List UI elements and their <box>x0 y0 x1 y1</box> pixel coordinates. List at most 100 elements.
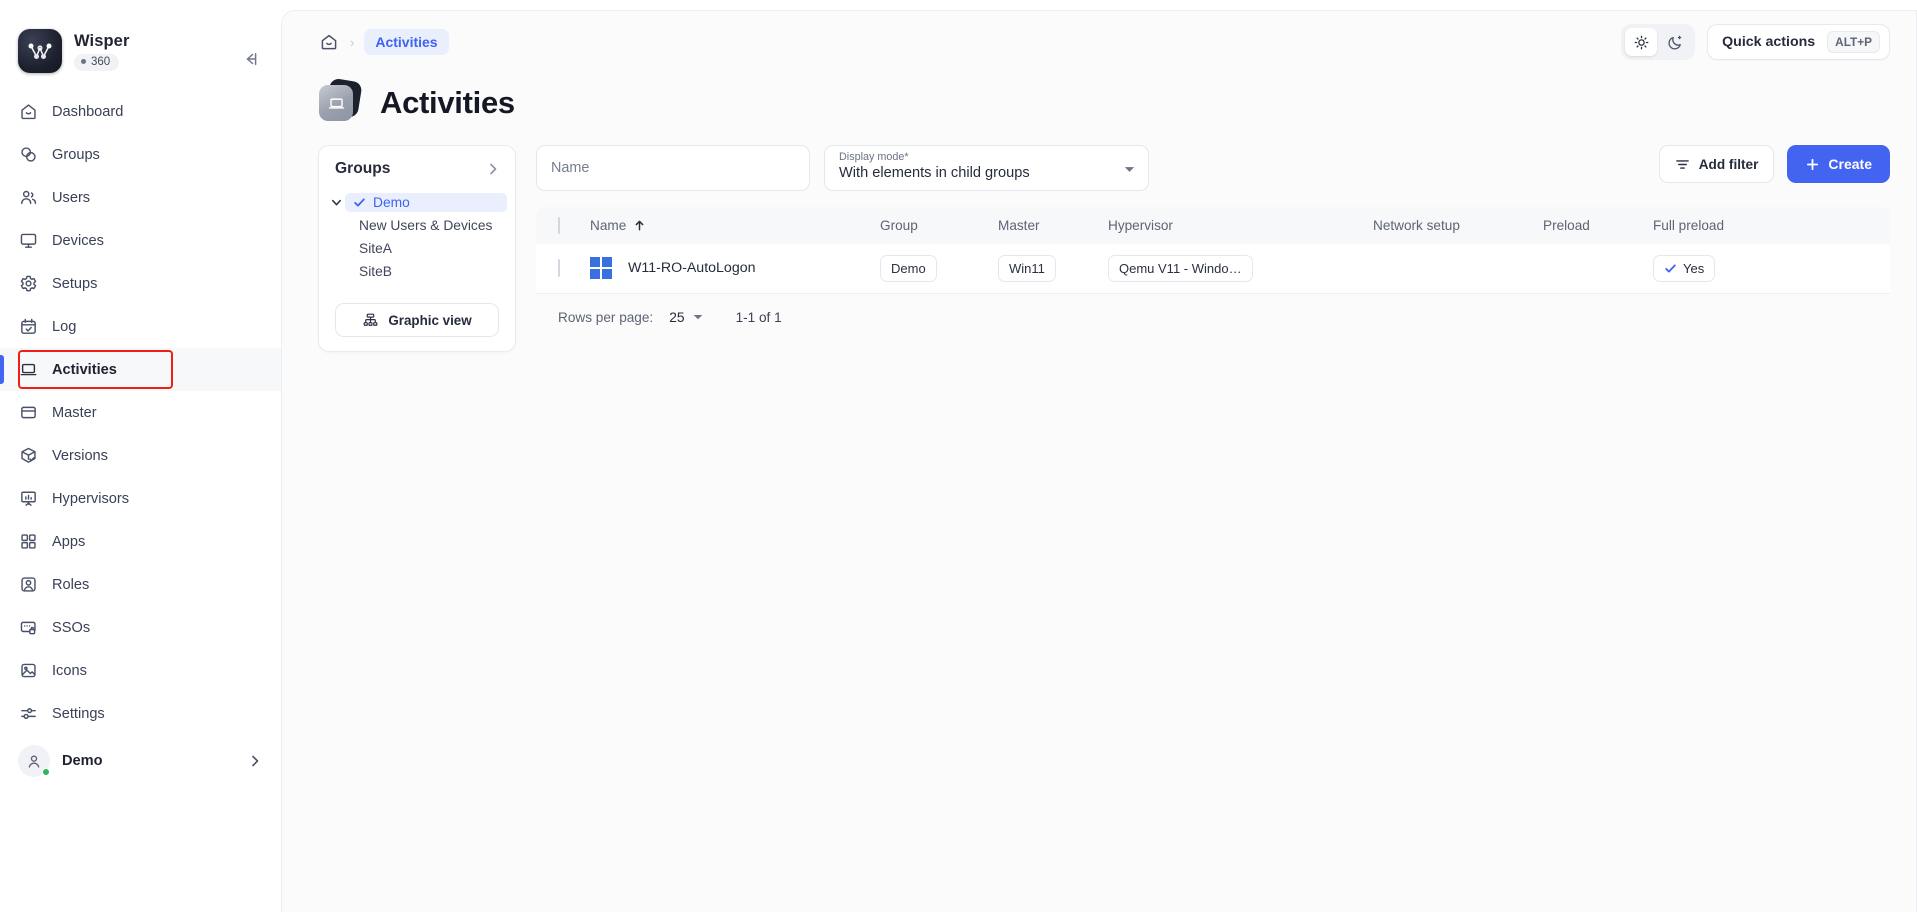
gear-icon <box>18 273 39 294</box>
pagination-range: 1-1 of 1 <box>735 309 782 325</box>
sidebar-item-label: Apps <box>52 533 86 550</box>
grid-apps-icon <box>18 531 39 552</box>
column-header-preload[interactable]: Preload <box>1543 207 1653 244</box>
sidebar-item-dashboard[interactable]: Dashboard <box>0 90 281 133</box>
sidebar-item-setups[interactable]: Setups <box>0 262 281 305</box>
brand-badge: 360 <box>74 53 120 71</box>
sidebar-item-activities[interactable]: Activities <box>0 348 281 391</box>
windows-icon <box>590 257 612 280</box>
rows-per-page-label: Rows per page: <box>558 309 654 325</box>
panel-icon <box>18 402 39 423</box>
column-header-network-setup[interactable]: Network setup <box>1373 207 1543 244</box>
search-input[interactable] <box>551 160 795 176</box>
sun-icon[interactable] <box>1625 28 1658 56</box>
groups-icon <box>18 144 39 165</box>
sidebar-item-master[interactable]: Master <box>0 391 281 434</box>
presentation-icon <box>18 488 39 509</box>
column-header-group[interactable]: Group <box>880 207 998 244</box>
table-row[interactable]: W11-RO-AutoLogon Demo Win11 Qemu V11 - W… <box>536 244 1890 293</box>
sidebar-item-label: Master <box>52 404 97 421</box>
row-select-cell <box>536 244 590 293</box>
table-head: Name Group Master Hypervisor Network set… <box>536 207 1890 244</box>
hypervisor-chip: Qemu V11 - Windo… <box>1108 254 1253 282</box>
select-all-checkbox[interactable] <box>558 217 560 234</box>
add-filter-button[interactable]: Add filter <box>1658 145 1775 183</box>
cell-full-preload: Yes <box>1653 244 1890 293</box>
main-panel: › Activities Quick actions ALT+P Activit… <box>281 10 1917 912</box>
sidebar-item-devices[interactable]: Devices <box>0 219 281 262</box>
breadcrumb-home-icon[interactable] <box>318 31 340 53</box>
tree-node-label: SiteA <box>359 241 392 256</box>
groups-panel-header[interactable]: Groups <box>319 160 515 190</box>
sidebar-item-settings[interactable]: Settings <box>0 692 281 735</box>
tree-node-sitea[interactable]: SiteA <box>319 237 515 260</box>
sidebar-item-log[interactable]: Log <box>0 305 281 348</box>
required-marker: * <box>904 151 909 163</box>
sidebar-item-label: Dashboard <box>52 103 124 120</box>
sidebar-item-icons[interactable]: Icons <box>0 649 281 692</box>
column-header-full-preload[interactable]: Full preload <box>1653 207 1890 244</box>
cell-group: Demo <box>880 244 998 293</box>
sidebar-item-label: Hypervisors <box>52 490 130 507</box>
sidebar-item-apps[interactable]: Apps <box>0 520 281 563</box>
caret-down-icon <box>692 311 704 323</box>
status-dot-icon <box>81 59 86 64</box>
chevron-right-icon[interactable] <box>485 161 501 177</box>
sidebar-item-groups[interactable]: Groups <box>0 133 281 176</box>
column-header-master[interactable]: Master <box>998 207 1108 244</box>
tree-node-new-users-devices[interactable]: New Users & Devices <box>319 214 515 237</box>
row-checkbox[interactable] <box>558 259 560 278</box>
tree-node-siteb[interactable]: SiteB <box>319 260 515 283</box>
chevron-down-icon[interactable] <box>327 196 345 209</box>
column-header-name[interactable]: Name <box>590 207 880 244</box>
tree-node-demo[interactable]: Demo <box>319 190 515 214</box>
sidebar-item-label: Devices <box>52 232 104 249</box>
sidebar-item-label: Users <box>52 189 91 206</box>
table: Name Group Master Hypervisor Network set… <box>536 207 1890 294</box>
cell-name: W11-RO-AutoLogon <box>590 244 880 293</box>
user-square-icon <box>18 574 39 595</box>
cell-network-setup <box>1373 244 1543 293</box>
theme-toggle <box>1621 24 1696 60</box>
collapse-sidebar-icon[interactable] <box>237 46 263 72</box>
display-mode-select[interactable]: Display mode* With elements in child gro… <box>824 145 1149 191</box>
quick-actions-button[interactable]: Quick actions ALT+P <box>1707 24 1890 60</box>
quick-actions-shortcut: ALT+P <box>1827 31 1880 53</box>
create-button[interactable]: Create <box>1787 145 1890 183</box>
sidebar-item-versions[interactable]: Versions <box>0 434 281 477</box>
column-header-hypervisor[interactable]: Hypervisor <box>1108 207 1373 244</box>
cell-preload <box>1543 244 1653 293</box>
add-filter-label: Add filter <box>1698 156 1759 172</box>
sidebar-item-label: Icons <box>52 662 87 679</box>
breadcrumb-current[interactable]: Activities <box>364 29 449 55</box>
display-mode-value: With elements in child groups <box>839 165 1030 181</box>
full-preload-chip: Yes <box>1653 254 1716 282</box>
name-filter-field[interactable] <box>536 145 810 191</box>
image-icon <box>18 660 39 681</box>
table-header-row: Name Group Master Hypervisor Network set… <box>536 207 1890 244</box>
filter-icon <box>1675 157 1690 172</box>
table-pagination: Rows per page: 25 1-1 of 1 <box>536 294 1890 325</box>
sidebar-item-roles[interactable]: Roles <box>0 563 281 606</box>
sidebar-item-ssos[interactable]: SSOs <box>0 606 281 649</box>
breadcrumb: › Activities <box>318 29 449 55</box>
sidebar-user-row[interactable]: Demo <box>0 735 281 787</box>
sidebar-item-users[interactable]: Users <box>0 176 281 219</box>
full-preload-label: Yes <box>1683 260 1705 276</box>
laptop-icon <box>18 359 39 380</box>
check-icon <box>1664 262 1677 275</box>
topbar: › Activities Quick actions ALT+P <box>282 11 1916 73</box>
rows-per-page-select[interactable]: 25 <box>669 310 703 325</box>
caret-down-icon[interactable] <box>1123 163 1136 176</box>
sidebar-item-hypervisors[interactable]: Hypervisors <box>0 477 281 520</box>
moon-icon[interactable] <box>1659 28 1691 56</box>
select-all-header <box>536 207 590 244</box>
chevron-right-icon <box>247 753 263 769</box>
sidebar-item-label: SSOs <box>52 619 91 636</box>
filters-row: Display mode* With elements in child gro… <box>536 145 1890 191</box>
hierarchy-icon <box>362 312 379 329</box>
graphic-view-button[interactable]: Graphic view <box>335 303 499 337</box>
arrow-up-icon <box>633 219 646 232</box>
app-root: Wisper 360 Dashboard Groups Users Device… <box>0 0 1917 912</box>
topbar-right: Quick actions ALT+P <box>1621 24 1890 60</box>
